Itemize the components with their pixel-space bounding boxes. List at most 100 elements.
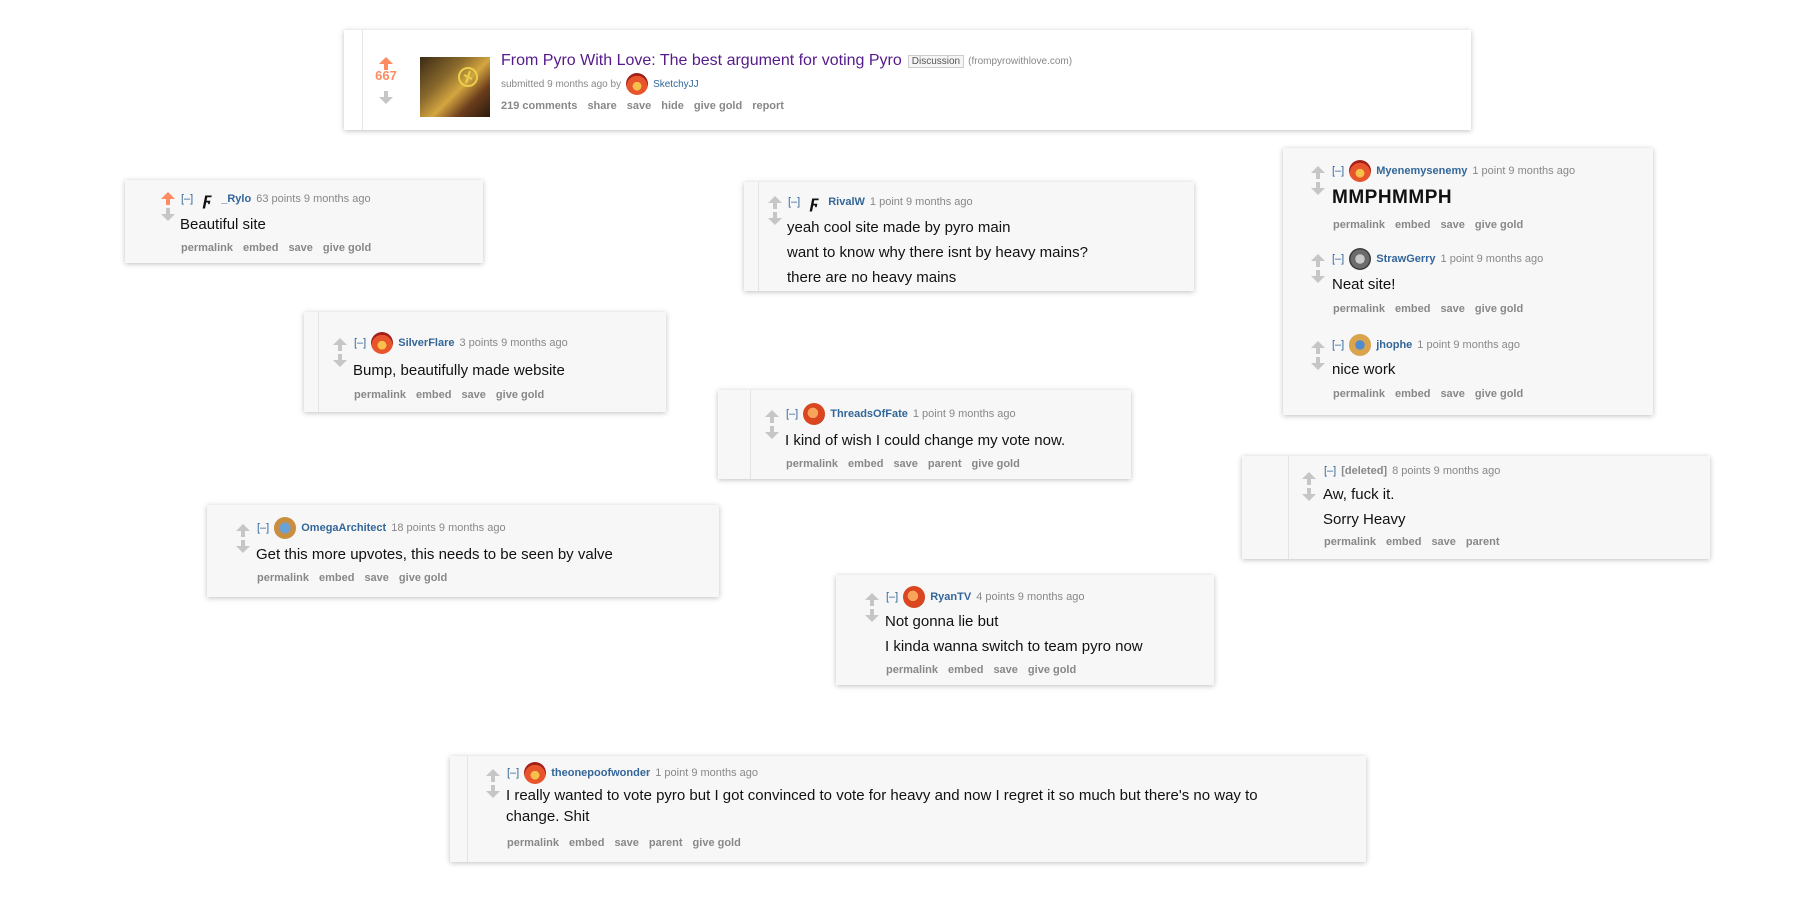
- permalink-link[interactable]: permalink: [507, 837, 559, 849]
- collapse-toggle[interactable]: [–]: [1332, 339, 1344, 351]
- collapse-toggle[interactable]: [–]: [257, 522, 269, 534]
- downvote-icon[interactable]: [333, 354, 347, 367]
- upvote-icon[interactable]: [1311, 166, 1325, 179]
- permalink-link[interactable]: permalink: [886, 664, 938, 676]
- downvote-icon[interactable]: [1302, 488, 1316, 501]
- embed-link[interactable]: embed: [243, 242, 278, 254]
- give-gold-link[interactable]: give gold: [1475, 219, 1523, 231]
- save-link[interactable]: save: [288, 242, 312, 254]
- comment-author[interactable]: SilverFlare: [398, 337, 454, 349]
- permalink-link[interactable]: permalink: [1333, 219, 1385, 231]
- save-link[interactable]: save: [1440, 219, 1464, 231]
- permalink-link[interactable]: permalink: [181, 242, 233, 254]
- downvote-icon[interactable]: [1311, 270, 1325, 283]
- save-link[interactable]: save: [1440, 303, 1464, 315]
- downvote-icon[interactable]: [765, 426, 779, 439]
- parent-link[interactable]: parent: [649, 837, 683, 849]
- upvote-icon[interactable]: [486, 769, 500, 782]
- downvote-icon[interactable]: [1311, 182, 1325, 195]
- comment-author[interactable]: OmegaArchitect: [301, 522, 386, 534]
- permalink-link[interactable]: permalink: [1333, 388, 1385, 400]
- give-gold-link[interactable]: give gold: [323, 242, 371, 254]
- comment-author[interactable]: theonepoofwonder: [551, 767, 650, 779]
- upvote-icon[interactable]: [865, 593, 879, 606]
- upvote-icon[interactable]: [379, 57, 393, 70]
- post-thumbnail[interactable]: [420, 57, 490, 117]
- comment-author[interactable]: StrawGerry: [1376, 253, 1435, 265]
- collapse-toggle[interactable]: [–]: [181, 193, 193, 205]
- permalink-link[interactable]: permalink: [354, 389, 406, 401]
- embed-link[interactable]: embed: [948, 664, 983, 676]
- save-link[interactable]: save: [627, 100, 651, 112]
- collapse-toggle[interactable]: [–]: [1324, 465, 1336, 477]
- downvote-icon[interactable]: [236, 540, 250, 553]
- collapse-toggle[interactable]: [–]: [1332, 165, 1344, 177]
- upvote-icon[interactable]: [1302, 472, 1316, 485]
- collapse-toggle[interactable]: [–]: [507, 767, 519, 779]
- upvote-icon[interactable]: [161, 192, 175, 205]
- downvote-icon[interactable]: [865, 609, 879, 622]
- give-gold-link[interactable]: give gold: [1475, 303, 1523, 315]
- upvote-icon[interactable]: [236, 524, 250, 537]
- post-domain[interactable]: (frompyrowithlove.com): [968, 56, 1072, 67]
- comment-author[interactable]: jhophe: [1376, 339, 1412, 351]
- give-gold-link[interactable]: give gold: [1028, 664, 1076, 676]
- upvote-icon[interactable]: [333, 338, 347, 351]
- downvote-icon[interactable]: [486, 785, 500, 798]
- permalink-link[interactable]: permalink: [1333, 303, 1385, 315]
- give-gold-link[interactable]: give gold: [496, 389, 544, 401]
- comment-author[interactable]: Myenemysenemy: [1376, 165, 1467, 177]
- save-link[interactable]: save: [1431, 536, 1455, 548]
- downvote-icon[interactable]: [768, 212, 782, 225]
- save-link[interactable]: save: [364, 572, 388, 584]
- comment-vote: [236, 524, 250, 553]
- comment-author[interactable]: _Rylo: [221, 193, 251, 205]
- parent-link[interactable]: parent: [1466, 536, 1500, 548]
- give-gold-link[interactable]: give gold: [1475, 388, 1523, 400]
- parent-link[interactable]: parent: [928, 458, 962, 470]
- downvote-icon[interactable]: [379, 91, 393, 104]
- comment-author[interactable]: RyanTV: [930, 591, 971, 603]
- comment-author[interactable]: ThreadsOfFate: [830, 408, 908, 420]
- save-link[interactable]: save: [993, 664, 1017, 676]
- collapse-toggle[interactable]: [–]: [886, 591, 898, 603]
- give-gold-link[interactable]: give gold: [399, 572, 447, 584]
- collapse-toggle[interactable]: [–]: [788, 196, 800, 208]
- comment-tagline: [–] ϝ _Rylo 63 points 9 months ago: [181, 188, 371, 210]
- hide-link[interactable]: hide: [661, 100, 684, 112]
- save-link[interactable]: save: [461, 389, 485, 401]
- collapse-toggle[interactable]: [–]: [786, 408, 798, 420]
- give-gold-link[interactable]: give gold: [972, 458, 1020, 470]
- collapse-toggle[interactable]: [–]: [354, 337, 366, 349]
- save-link[interactable]: save: [614, 837, 638, 849]
- embed-link[interactable]: embed: [569, 837, 604, 849]
- embed-link[interactable]: embed: [1395, 219, 1430, 231]
- permalink-link[interactable]: permalink: [786, 458, 838, 470]
- downvote-icon[interactable]: [161, 208, 175, 221]
- embed-link[interactable]: embed: [416, 389, 451, 401]
- embed-link[interactable]: embed: [1395, 303, 1430, 315]
- post-title[interactable]: From Pyro With Love: The best argument f…: [501, 52, 902, 70]
- post-author[interactable]: SketchyJJ: [653, 79, 699, 90]
- give-gold-link[interactable]: give gold: [693, 837, 741, 849]
- give-gold-link[interactable]: give gold: [694, 100, 742, 112]
- collapse-toggle[interactable]: [–]: [1332, 253, 1344, 265]
- embed-link[interactable]: embed: [319, 572, 354, 584]
- embed-link[interactable]: embed: [1395, 388, 1430, 400]
- save-link[interactable]: save: [1440, 388, 1464, 400]
- upvote-icon[interactable]: [1311, 341, 1325, 354]
- upvote-icon[interactable]: [768, 196, 782, 209]
- permalink-link[interactable]: permalink: [1324, 536, 1376, 548]
- embed-link[interactable]: embed: [1386, 536, 1421, 548]
- comment-author[interactable]: RivalW: [828, 196, 865, 208]
- permalink-link[interactable]: permalink: [257, 572, 309, 584]
- downvote-icon[interactable]: [1311, 357, 1325, 370]
- upvote-icon[interactable]: [765, 410, 779, 423]
- comments-link[interactable]: 219 comments: [501, 100, 577, 112]
- report-link[interactable]: report: [752, 100, 784, 112]
- save-link[interactable]: save: [893, 458, 917, 470]
- embed-link[interactable]: embed: [848, 458, 883, 470]
- comment-buttons: permalink embed save give gold: [354, 389, 544, 401]
- share-link[interactable]: share: [587, 100, 616, 112]
- upvote-icon[interactable]: [1311, 254, 1325, 267]
